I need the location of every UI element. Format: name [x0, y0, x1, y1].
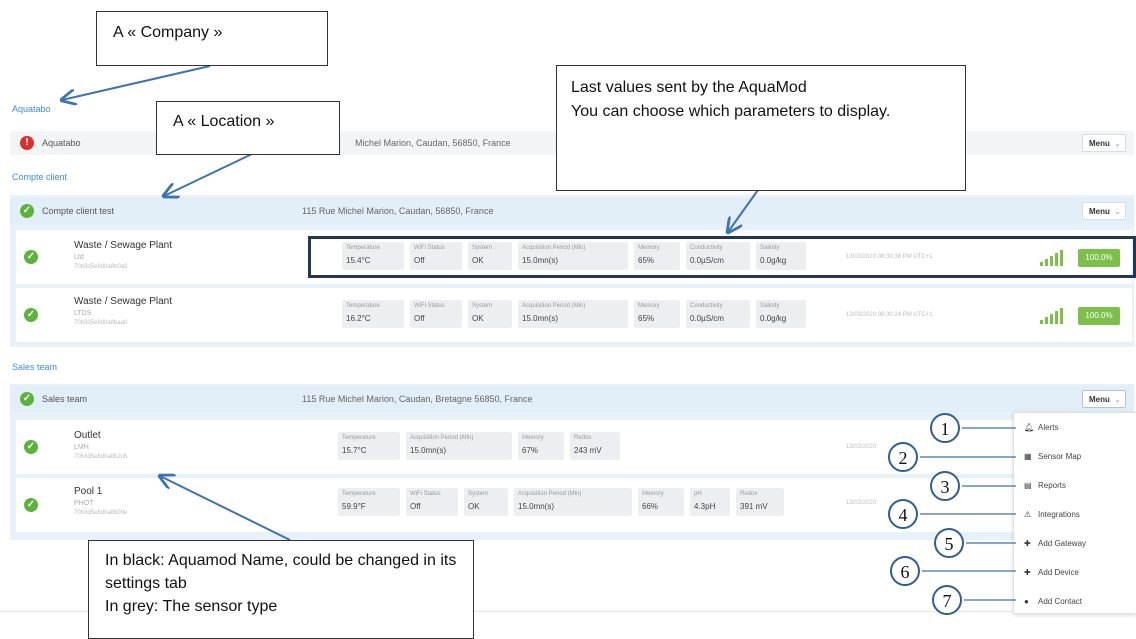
arrow-company	[62, 65, 211, 100]
callout-number: 6	[890, 556, 920, 586]
callout-number: 2	[888, 442, 918, 472]
arrow-location	[164, 153, 253, 196]
location-callout: A « Location »	[156, 101, 340, 155]
callout-number: 7	[932, 585, 962, 615]
callout-number: 1	[930, 413, 960, 443]
callout-number: 3	[930, 471, 960, 501]
last-values-callout: Last values sent by the AquaMod You can …	[556, 65, 966, 191]
name-type-callout: In black: Aquamod Name, could be changed…	[88, 540, 474, 639]
arrow-last-values	[728, 189, 759, 232]
callout-number: 4	[888, 499, 918, 529]
arrow-name-type	[160, 476, 291, 541]
company-callout: A « Company »	[96, 11, 328, 66]
callout-number: 5	[934, 528, 964, 558]
